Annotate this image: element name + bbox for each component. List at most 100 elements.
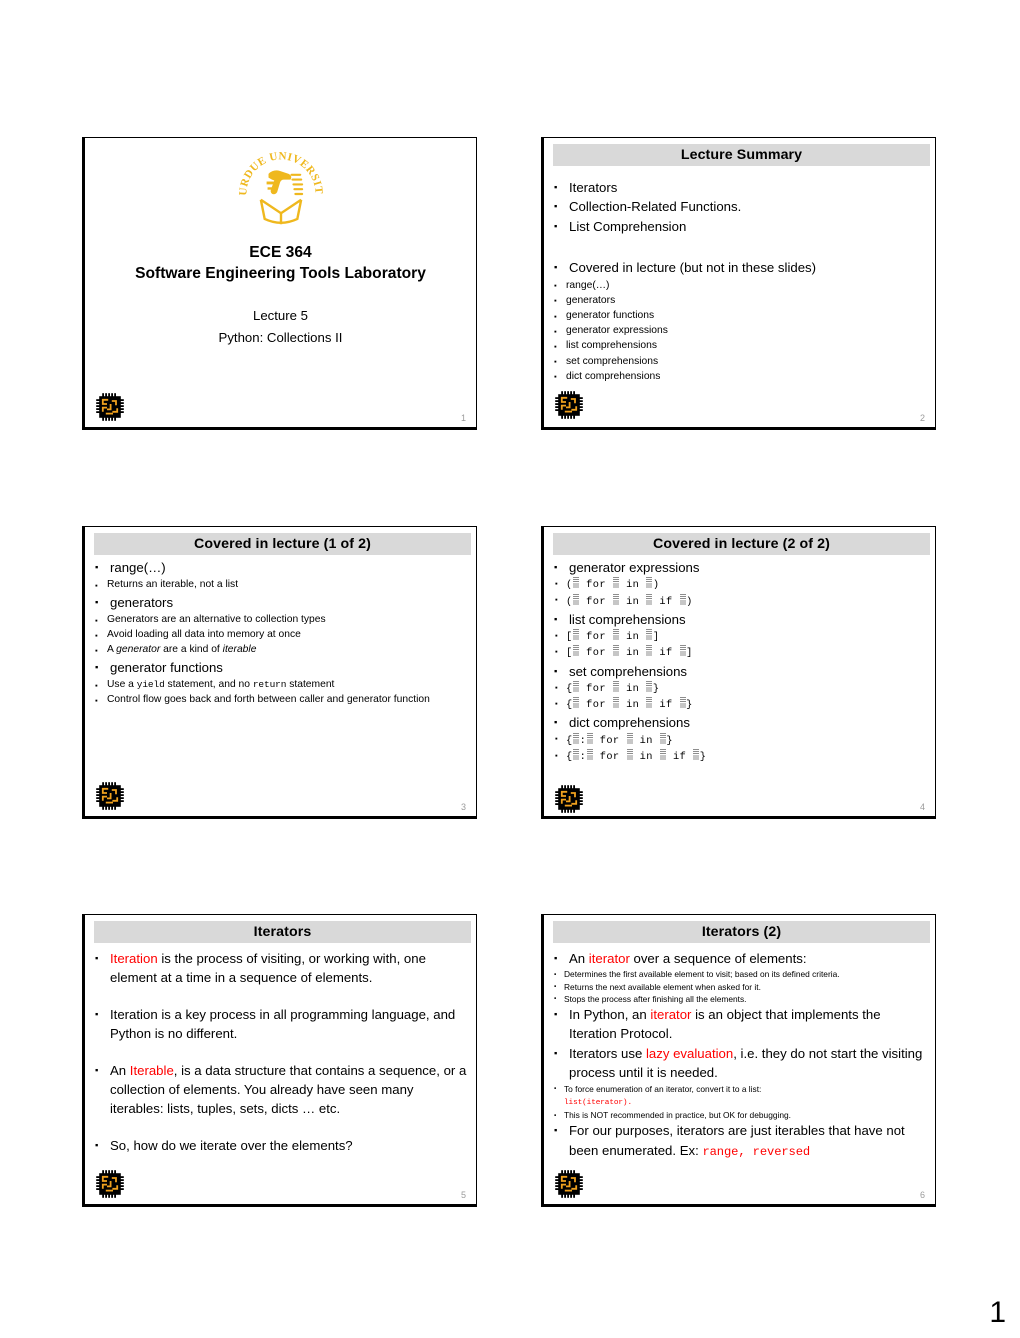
list-item: This is NOT recommended in practice, but… — [554, 1109, 927, 1122]
bullet-list-level-1-b: Covered in lecture (but not in these sli… — [554, 258, 935, 278]
list-item: generators — [554, 293, 935, 308]
missing-glyph-icon — [573, 629, 580, 641]
slide-number: 1 — [460, 413, 466, 423]
bullet-list: An iterator over a sequence of elements: — [554, 949, 927, 969]
bullet-list: generators — [95, 593, 468, 613]
code-pattern-genexp-if: ( for in if ) — [554, 593, 927, 610]
ece-chip-logo-icon — [555, 391, 583, 419]
list-item-force-enum: To force enumeration of an iterator, con… — [554, 1083, 927, 1109]
code-list-iterator: list(iterator). — [564, 1098, 632, 1107]
missing-glyph-icon — [646, 697, 653, 709]
missing-glyph-icon — [613, 697, 619, 709]
missing-glyph-icon — [586, 732, 593, 744]
document-page-number: 1 — [989, 1296, 1006, 1329]
slide-title: Covered in lecture (1 of 2) — [194, 536, 371, 552]
slide-5-body: Iteration is the process of visiting, or… — [95, 949, 468, 1156]
code-pattern-listcomp: [ for in ] — [554, 629, 927, 645]
code-return: return — [252, 679, 287, 691]
bullet-sublist: Generators are an alternative to collect… — [95, 612, 468, 659]
slide-5-title-bar: Iterators — [94, 921, 471, 943]
bullet-sublist: {: for in } {: for in if } — [554, 732, 927, 765]
slide-4-title-bar: Covered in lecture (2 of 2) — [553, 533, 930, 555]
bullet-list-level-2: range(…) generators generator functions … — [554, 278, 935, 385]
list-item: Covered in lecture (but not in these sli… — [554, 258, 935, 278]
missing-glyph-icon — [573, 681, 580, 693]
code-pattern-dictcomp-if: {: for in if } — [554, 749, 927, 765]
list-item: Avoid loading all data into memory at on… — [95, 627, 468, 643]
code-yield: yield — [136, 679, 165, 691]
list-item-iteration-def: Iteration is the process of visiting, or… — [95, 949, 468, 988]
list-item-iterable-def: An Iterable, is a data structure that co… — [95, 1061, 468, 1119]
bullet-sublist: To force enumeration of an iterator, con… — [554, 1083, 927, 1122]
list-item: Returns an iterable, not a list — [95, 577, 468, 593]
slide-4: Covered in lecture (2 of 2) generator ex… — [541, 526, 936, 819]
missing-glyph-icon — [613, 645, 619, 657]
missing-glyph-icon — [693, 749, 700, 761]
list-item: Returns the next available element when … — [554, 981, 927, 993]
course-name: Software Engineering Tools Laboratory — [135, 265, 426, 282]
course-code: ECE 364 — [249, 244, 312, 261]
slide-number: 4 — [919, 802, 925, 812]
slide-3-title-bar: Covered in lecture (1 of 2) — [94, 533, 471, 555]
missing-glyph-icon — [586, 749, 593, 761]
list-item-iterator-intro: An iterator over a sequence of elements: — [554, 949, 927, 969]
missing-glyph-icon — [573, 697, 580, 709]
list-item: list comprehensions — [554, 338, 935, 354]
em-iterable: iterable — [222, 644, 257, 656]
keyword-iterable: Iterable — [129, 1062, 174, 1078]
lecture-topic: Python: Collections II — [218, 329, 343, 345]
missing-glyph-icon — [626, 732, 633, 744]
list-item: dict comprehensions — [554, 713, 927, 733]
list-item: generator expressions — [554, 558, 927, 578]
bullet-list: An Iterable, is a data structure that co… — [95, 1061, 468, 1119]
list-item-purposes: For our purposes, iterators are just ite… — [554, 1121, 927, 1162]
ece-chip-logo-icon — [96, 393, 124, 421]
missing-glyph-icon — [646, 681, 653, 693]
slide-1-course-block: ECE 364 Software Engineering Tools Labor… — [85, 242, 476, 284]
slide-6-body: An iterator over a sequence of elements:… — [554, 949, 927, 1162]
list-item: range(…) — [95, 558, 468, 578]
list-item: Stops the process after finishing all th… — [554, 993, 927, 1005]
slide-3-body: range(…) Returns an iterable, not a list… — [95, 558, 468, 709]
list-item: List Comprehension — [554, 217, 935, 237]
bullet-sublist: Returns an iterable, not a list — [95, 577, 468, 593]
code-range-reversed: range, reversed — [702, 1144, 811, 1159]
bullet-sublist: [ for in ] [ for in if ] — [554, 629, 927, 661]
list-item: Iteration is a key process in all progra… — [95, 1005, 468, 1044]
bullet-list: list comprehensions — [554, 610, 927, 630]
bullet-list: Iteration is the process of visiting, or… — [95, 949, 468, 988]
bullet-list: generator functions — [95, 658, 468, 678]
missing-glyph-icon — [573, 593, 580, 605]
keyword-lazy-evaluation: lazy evaluation — [645, 1045, 734, 1061]
missing-glyph-icon — [679, 697, 686, 709]
list-item: set comprehensions — [554, 662, 927, 682]
slide-1: PURDUE UNIVERSITY — [82, 137, 477, 430]
bullet-sublist: Use a yield statement, and no return sta… — [95, 677, 468, 709]
missing-glyph-icon — [679, 645, 686, 657]
list-item: range(…) — [554, 278, 935, 293]
code-pattern-listcomp-if: [ for in if ] — [554, 645, 927, 661]
em-generator: generator — [116, 644, 161, 656]
list-item-generator-iterable: A generator are a kind of iterable — [95, 642, 468, 658]
ece-chip-logo-icon — [555, 1170, 583, 1198]
bullet-list: dict comprehensions — [554, 713, 927, 733]
list-item: generators — [95, 593, 468, 613]
missing-glyph-icon — [646, 629, 653, 641]
slide-6-title-bar: Iterators (2) — [553, 921, 930, 943]
slide-1-lecture-block: Lecture 5 Python: Collections II — [85, 305, 476, 348]
missing-glyph-icon — [573, 577, 580, 589]
list-item: Iterators — [554, 178, 935, 198]
bullet-list: Iteration is a key process in all progra… — [95, 1005, 468, 1044]
missing-glyph-icon — [646, 593, 653, 605]
slide-2-title-bar: Lecture Summary — [553, 144, 930, 166]
missing-glyph-icon — [613, 577, 619, 589]
bullet-list: range(…) — [95, 558, 468, 578]
missing-glyph-icon — [626, 749, 633, 761]
bullet-list: set comprehensions — [554, 662, 927, 682]
slide-2: Lecture Summary Iterators Collection-Rel… — [541, 137, 936, 430]
missing-glyph-icon — [646, 645, 653, 657]
